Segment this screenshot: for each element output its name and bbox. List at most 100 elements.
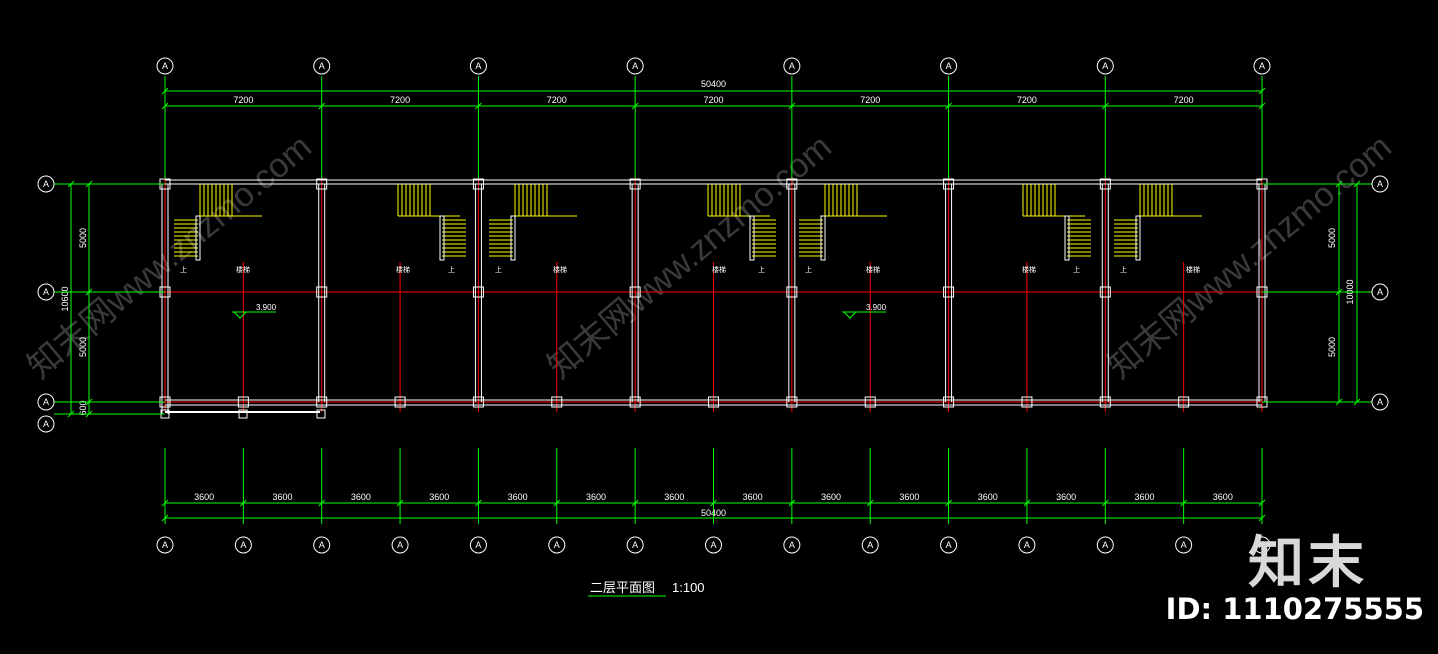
dimension-span: 7200 xyxy=(233,95,253,105)
stair-mark: 楼梯 xyxy=(396,265,410,274)
axis-bubble-label: A xyxy=(162,61,168,71)
axis-bubble-label: A xyxy=(475,61,481,71)
drawing-scale: 1:100 xyxy=(672,580,705,595)
axis-bubble-label: A xyxy=(867,540,873,550)
dimension-span: 3600 xyxy=(978,492,998,502)
axis-bubble-label: A xyxy=(789,61,795,71)
watermark-layer: 知末网www.znzmo.com 知末网www.znzmo.com 知末网www.z… xyxy=(21,128,1399,387)
axis-bubble: A xyxy=(1253,57,1271,75)
axis-bubble: A xyxy=(1096,57,1114,75)
axis-bubble: A xyxy=(705,536,722,554)
axis-bubble: A xyxy=(783,536,801,554)
axis-bubble-label: A xyxy=(632,540,638,550)
dimension-span: 3600 xyxy=(1213,492,1233,502)
axis-bubble-label: A xyxy=(43,419,49,429)
dimension-span: 5000 xyxy=(78,337,88,357)
axis-bubble: A xyxy=(626,536,644,554)
brand-id: ID: 1110275555 xyxy=(1165,592,1424,626)
axis-bubble: A xyxy=(1018,536,1036,554)
stair-unit: 上 xyxy=(1114,184,1202,274)
dimension-span: 7200 xyxy=(390,95,410,105)
dimension-span: 3600 xyxy=(586,492,606,502)
axis-bubble-label: A xyxy=(632,61,638,71)
axis-bubble: A xyxy=(548,536,566,554)
axis-bubble: A xyxy=(313,536,331,554)
stair-mark: 楼梯 xyxy=(712,265,726,274)
axis-bubble: A xyxy=(626,57,644,75)
axis-bubble-label: A xyxy=(1377,179,1383,189)
axis-bubble-label: A xyxy=(1377,397,1383,407)
stair-unit: 上 xyxy=(489,184,577,274)
stair-arrow-label: 上 xyxy=(805,265,812,274)
axis-bubble-label: A xyxy=(162,540,168,550)
dimension-span: 7200 xyxy=(860,95,880,105)
stair-unit: 上 xyxy=(1022,184,1091,274)
stair-arrow-label: 上 xyxy=(448,265,455,274)
axis-bubble: A xyxy=(1371,393,1389,411)
dimension-total: 50400 xyxy=(701,508,726,518)
dimension-span: 3600 xyxy=(194,492,214,502)
axis-bubble: A xyxy=(391,536,409,554)
stair-well xyxy=(1135,215,1141,261)
axis-bubble: A xyxy=(469,57,487,75)
watermark-text: 知末网www.znzmo.com xyxy=(541,128,839,387)
dimension-span: 3600 xyxy=(821,492,841,502)
axis-bubble: A xyxy=(1371,175,1389,193)
axis-bubble-label: A xyxy=(43,397,49,407)
axis-bubble: A xyxy=(234,536,252,554)
dimension-span: 5000 xyxy=(1327,228,1337,248)
stair-well xyxy=(439,215,445,261)
dimension-span: 3600 xyxy=(508,492,528,502)
axis-bubble: A xyxy=(37,175,55,193)
elevation-symbol xyxy=(842,311,858,319)
stair-well xyxy=(510,215,516,261)
stair-mark: 楼梯 xyxy=(553,265,567,274)
brand-logo: 知末 xyxy=(1248,531,1368,596)
dimension-span: 5000 xyxy=(1327,337,1337,357)
dimension-span: 3600 xyxy=(351,492,371,502)
stair-well xyxy=(1064,215,1070,261)
axis-bubble-label: A xyxy=(240,540,246,550)
axis-bubble-label: A xyxy=(397,540,403,550)
dimension-span: 3600 xyxy=(743,492,763,502)
elevation-symbol xyxy=(232,311,248,319)
axis-bubble-label: A xyxy=(710,540,716,550)
dimension-span: 3600 xyxy=(1134,492,1154,502)
dimension-span: 7200 xyxy=(703,95,723,105)
axis-bubble-label: A xyxy=(1259,61,1265,71)
axis-bubble-label: A xyxy=(43,179,49,189)
axis-bubble-label: A xyxy=(1024,540,1030,550)
stair-mark: 楼梯 xyxy=(866,265,880,274)
axis-bubble: A xyxy=(1371,283,1389,301)
dimension-span: 7200 xyxy=(1017,95,1037,105)
axis-bubble-label: A xyxy=(475,540,481,550)
axis-bubble-label: A xyxy=(1377,287,1383,297)
stair-mark: 楼梯 xyxy=(1186,265,1200,274)
dimension-total: 50400 xyxy=(701,79,726,89)
axis-bubble: A xyxy=(37,283,55,301)
axis-bubble: A xyxy=(940,536,958,554)
axis-bubble: A xyxy=(37,393,55,411)
drawing-title: 二层平面图 xyxy=(590,580,655,595)
axis-bubble-label: A xyxy=(946,61,952,71)
dimension-span: 7200 xyxy=(1174,95,1194,105)
dimension-span: 5000 xyxy=(78,228,88,248)
axis-bubble-label: A xyxy=(43,287,49,297)
stair-arrow-label: 上 xyxy=(1073,265,1080,274)
stair-mark: 楼梯 xyxy=(1022,265,1036,274)
dimension-span: 7200 xyxy=(547,95,567,105)
axis-bubble: A xyxy=(783,57,801,75)
dimension-span: 3600 xyxy=(1056,492,1076,502)
watermark-text: 知末网www.znzmo.com xyxy=(1101,128,1399,387)
stair-unit: 上 xyxy=(799,184,887,274)
axis-bubble-label: A xyxy=(554,540,560,550)
axis-bubble: A xyxy=(1175,536,1193,554)
stair-unit: 上 xyxy=(397,184,466,274)
stair-arrow-label: 上 xyxy=(495,265,502,274)
grid-axes xyxy=(150,76,1282,524)
axis-bubble: A xyxy=(469,536,487,554)
floor-plan-drawing: 知末网www.znzmo.com 知末网www.znzmo.com 知末网www.z… xyxy=(21,57,1399,597)
dimension-span: 600 xyxy=(78,400,88,415)
axis-bubble: A xyxy=(1096,536,1114,554)
axis-bubble-label: A xyxy=(1102,540,1108,550)
